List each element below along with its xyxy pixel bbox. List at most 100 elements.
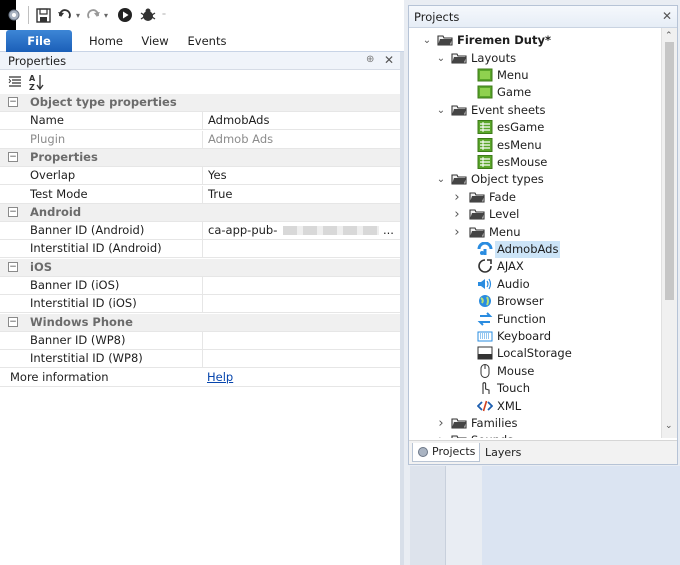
property-group-label: Properties (30, 149, 98, 164)
tree-item-keyboard[interactable]: Keyboard (409, 328, 659, 345)
tree-item-menu[interactable]: Menu (409, 67, 659, 84)
tree-item-esmenu[interactable]: esMenu (409, 137, 659, 154)
collapse-arrow-icon[interactable]: › (436, 415, 446, 432)
tree-item-esmouse[interactable]: esMouse (409, 154, 659, 171)
collapse-group-icon[interactable]: − (8, 97, 18, 107)
pin-icon[interactable]: ⊕ (366, 54, 374, 65)
tree-item-layouts[interactable]: ⌄ Layouts (409, 50, 659, 67)
property-group-0[interactable]: − Object type properties (0, 94, 400, 112)
property-row[interactable]: Overlap Yes (0, 167, 400, 186)
property-value[interactable]: True (202, 185, 398, 203)
property-row[interactable]: Banner ID (iOS) (0, 277, 400, 295)
redo-icon[interactable] (84, 5, 102, 25)
save-icon[interactable] (34, 5, 52, 25)
property-value[interactable] (202, 240, 398, 258)
property-value[interactable] (202, 277, 398, 294)
collapse-group-icon[interactable]: − (8, 151, 18, 162)
tab-view[interactable]: View (136, 30, 174, 52)
folder-icon (451, 416, 467, 430)
customize-toolbar-icon[interactable]: ⁼ (160, 5, 168, 25)
property-group-1[interactable]: − Properties (0, 148, 400, 167)
tree-item-touch[interactable]: Touch (409, 380, 659, 397)
tab-file[interactable]: File (6, 30, 72, 52)
tree-item-xml[interactable]: XML (409, 398, 659, 415)
value-ellipsis-button[interactable]: ... (383, 222, 394, 239)
collapse-group-icon[interactable]: − (8, 261, 18, 272)
tree-item-menu[interactable]: › Menu (409, 224, 659, 241)
ribbon-tabs: File Home View Events (0, 30, 404, 52)
collapse-arrow-icon[interactable]: › (452, 224, 462, 241)
expand-arrow-icon[interactable]: ⌄ (436, 171, 446, 188)
property-group-4[interactable]: − Windows Phone (0, 313, 400, 332)
property-row[interactable]: Name AdmobAds (0, 112, 400, 131)
tree-item-localstorage[interactable]: LocalStorage (409, 345, 659, 362)
expand-arrow-icon[interactable]: ⌄ (436, 50, 446, 67)
categorized-view-icon[interactable] (8, 75, 22, 89)
collapse-group-icon[interactable]: − (8, 206, 18, 217)
tab-layers[interactable]: Layers (485, 446, 521, 459)
tree-item-admobads[interactable]: AdmobAds (409, 240, 659, 258)
property-value[interactable] (202, 350, 398, 368)
tree-item-event-sheets[interactable]: ⌄ Event sheets (409, 102, 659, 119)
property-group-3[interactable]: − iOS (0, 258, 400, 277)
property-row[interactable]: Interstitial ID (Android) (0, 240, 400, 259)
tree-item-label: Layouts (471, 50, 517, 65)
close-projects-icon[interactable]: ✕ (662, 9, 672, 23)
layout-canvas[interactable] (482, 466, 680, 565)
run-icon[interactable] (116, 5, 134, 25)
collapse-arrow-icon[interactable]: › (436, 432, 446, 438)
property-value[interactable]: Yes (202, 167, 398, 185)
undo-icon[interactable] (56, 5, 74, 25)
collapse-arrow-icon[interactable]: › (452, 206, 462, 223)
tree-item-object-types[interactable]: ⌄ Object types (409, 171, 659, 188)
property-value[interactable] (202, 331, 398, 349)
property-value[interactable]: AdmobAds (202, 112, 398, 130)
tree-item-browser[interactable]: Browser (409, 293, 659, 310)
tree-item-mouse[interactable]: Mouse (409, 363, 659, 380)
layout-view-area (404, 466, 680, 565)
expand-arrow-icon[interactable]: ⌄ (422, 32, 432, 49)
app-gear-icon[interactable] (6, 5, 22, 25)
tab-events[interactable]: Events (184, 30, 230, 52)
scroll-up-icon[interactable]: ⌃ (665, 31, 673, 41)
scroll-down-icon[interactable]: ⌄ (665, 421, 673, 431)
collapse-group-icon[interactable]: − (8, 316, 18, 327)
property-value[interactable]: ca-app-pub-... (202, 222, 398, 240)
tab-home[interactable]: Home (80, 30, 132, 52)
tree-item-audio[interactable]: Audio (409, 276, 659, 293)
tree-item-esgame[interactable]: esGame (409, 119, 659, 136)
property-value[interactable]: Admob Ads (202, 130, 398, 148)
tree-item-ajax[interactable]: AJAX (409, 258, 659, 275)
property-row[interactable]: Interstitial ID (WP8) (0, 350, 400, 369)
property-value[interactable] (202, 295, 398, 313)
property-group-label: Android (30, 204, 82, 219)
tree-item-level[interactable]: › Level (409, 206, 659, 223)
debug-bug-icon[interactable] (138, 5, 158, 25)
tree-item-function[interactable]: Function (409, 311, 659, 328)
property-row[interactable]: Banner ID (Android) ca-app-pub-... (0, 222, 400, 241)
tree-item-game[interactable]: Game (409, 84, 659, 101)
tree-root-project[interactable]: ⌄ Firemen Duty* (409, 32, 659, 49)
scrollbar-thumb[interactable] (665, 42, 674, 300)
property-row[interactable]: Test Mode True (0, 185, 400, 204)
undo-dropdown-icon[interactable]: ▾ (74, 5, 82, 25)
help-link[interactable]: Help (207, 370, 233, 384)
layout-ruler (410, 466, 446, 565)
project-tree-scrollbar[interactable]: ⌃ ⌄ (661, 28, 677, 438)
tree-item-fade[interactable]: › Fade (409, 189, 659, 206)
property-value-text: AdmobAds (208, 113, 270, 128)
property-row[interactable]: Plugin Admob Ads (0, 130, 400, 149)
property-row[interactable]: Banner ID (WP8) (0, 331, 400, 350)
tree-item-families[interactable]: › Families (409, 415, 659, 432)
collapse-arrow-icon[interactable]: › (452, 189, 462, 206)
tree-item-label: Mouse (497, 363, 535, 378)
redo-dropdown-icon[interactable]: ▾ (102, 5, 110, 25)
close-properties-icon[interactable]: ✕ (384, 53, 394, 67)
property-group-2[interactable]: − Android (0, 203, 400, 222)
tree-item-sounds[interactable]: › Sounds (409, 432, 659, 438)
sort-alphabetical-icon[interactable]: AZ (28, 73, 46, 92)
expand-arrow-icon[interactable]: ⌄ (436, 102, 446, 119)
event-sheet-icon (477, 154, 493, 169)
property-row[interactable]: Interstitial ID (iOS) (0, 295, 400, 314)
tab-projects[interactable]: Projects (412, 443, 480, 462)
